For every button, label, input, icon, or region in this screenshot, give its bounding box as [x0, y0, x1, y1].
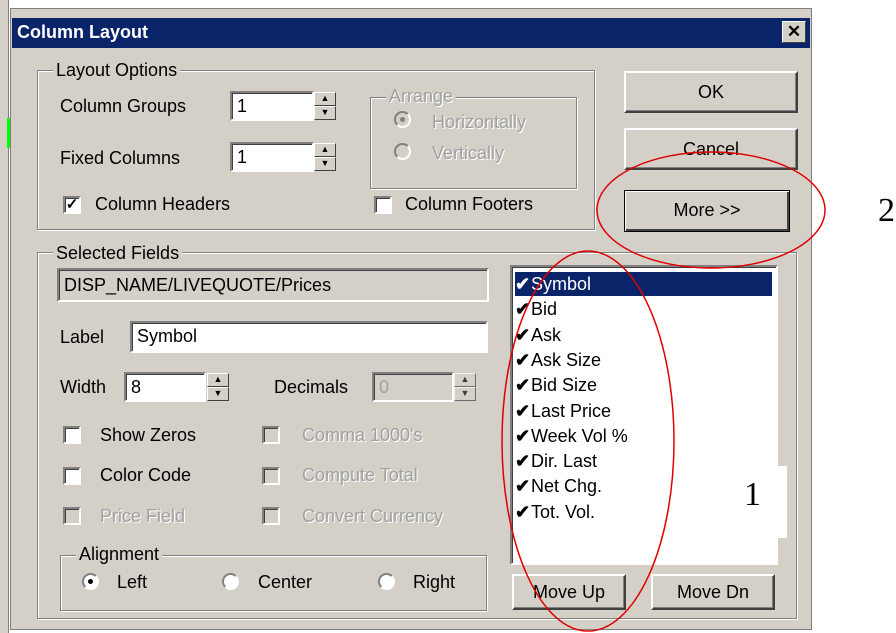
width-label: Width [60, 377, 107, 397]
convert-currency-label: Convert Currency [302, 506, 444, 526]
vertically-radio[interactable] [394, 143, 411, 160]
column-groups-label: Column Groups [60, 96, 187, 116]
check-mark-icon: ✔ [515, 501, 531, 522]
fields-list-item-label: Ask [531, 324, 562, 345]
fields-list-item[interactable]: ✔Bid [515, 297, 772, 321]
show-zeros-label: Show Zeros [100, 425, 197, 445]
align-right-label: Right [413, 572, 456, 592]
check-mark-icon: ✔ [515, 299, 531, 320]
arrange-legend: Arrange [386, 86, 457, 107]
fields-list-item-label: Ask Size [531, 349, 602, 370]
horizontally-label: Horizontally [432, 112, 527, 132]
fields-list-item-label: Symbol [531, 274, 592, 294]
vertically-label: Vertically [432, 143, 505, 163]
field-path-display: DISP_NAME/LIVEQUOTE/Prices [57, 268, 489, 302]
color-code-checkbox[interactable] [63, 467, 81, 485]
check-mark-icon: ✔ [515, 451, 531, 472]
fields-list-item[interactable]: ✔Ask Size [515, 348, 772, 372]
fixed-columns-label: Fixed Columns [60, 148, 181, 168]
column-footers-checkbox[interactable] [374, 196, 392, 214]
layout-options-legend: Layout Options [53, 60, 181, 81]
show-zeros-checkbox[interactable] [63, 426, 81, 444]
check-mark-icon: ✔ [515, 425, 531, 446]
check-mark-icon: ✔ [515, 476, 531, 497]
fixed-columns-field[interactable]: 1 [230, 142, 314, 172]
label-field[interactable]: Symbol [130, 321, 488, 353]
fields-list-item-label: Tot. Vol. [531, 501, 596, 522]
color-code-label: Color Code [100, 465, 192, 485]
decimals-label: Decimals [274, 377, 349, 397]
selected-fields-legend: Selected Fields [53, 243, 183, 264]
fields-list-item-label: Dir. Last [531, 451, 598, 472]
decimals-spinner[interactable]: ▲ ▼ [454, 373, 476, 401]
column-groups-field[interactable]: 1 [230, 91, 314, 121]
fields-list-item[interactable]: ✔Ask [515, 323, 772, 347]
align-right-radio[interactable] [378, 573, 395, 590]
align-left-radio[interactable] [82, 573, 99, 590]
move-up-button[interactable]: Move Up [512, 574, 626, 610]
convert-currency-checkbox[interactable] [262, 507, 280, 525]
cancel-button[interactable]: Cancel [624, 128, 798, 170]
price-field-checkbox[interactable] [63, 507, 81, 525]
decimals-field[interactable]: 0 [372, 372, 454, 402]
check-mark-icon: ✔ [515, 400, 531, 421]
compute-total-checkbox[interactable] [262, 467, 280, 485]
fields-list-item[interactable]: ✔Last Price [515, 399, 772, 423]
align-center-label: Center [258, 572, 313, 592]
align-center-radio[interactable] [222, 573, 239, 590]
more-button[interactable]: More >> [624, 190, 790, 232]
column-headers-label: Column Headers [95, 194, 231, 214]
check-mark-icon: ✔ [515, 324, 531, 345]
annotation-label-2: 2 [878, 192, 895, 229]
column-groups-spinner[interactable]: ▲ ▼ [314, 92, 336, 120]
fields-list-item-label: Week Vol % [531, 425, 628, 446]
align-left-label: Left [117, 572, 148, 592]
check-mark-icon: ✔ [515, 349, 531, 370]
move-dn-button[interactable]: Move Dn [651, 574, 775, 610]
comma-1000s-label: Comma 1000's [302, 425, 423, 445]
fields-list-item[interactable]: ✔Symbol [515, 272, 772, 296]
background-window-edge [0, 0, 9, 633]
check-mark-icon: ✔ [515, 274, 531, 294]
dialog-title: Column Layout [17, 22, 148, 42]
fields-list-item-label: Last Price [531, 400, 612, 421]
column-footers-label: Column Footers [405, 194, 534, 214]
fields-list-item[interactable]: ✔Week Vol % [515, 424, 772, 448]
close-button[interactable]: ✕ [782, 21, 806, 43]
check-mark-icon: ✓ [65, 196, 79, 213]
ok-button[interactable]: OK [624, 71, 798, 113]
fields-list-item-label: Net Chg. [531, 476, 603, 497]
column-headers-checkbox[interactable]: ✓ [63, 196, 81, 214]
price-field-label: Price Field [100, 506, 186, 526]
annotation-label-1: 1 [744, 476, 761, 513]
compute-total-label: Compute Total [302, 465, 418, 485]
width-field[interactable]: 8 [124, 372, 206, 402]
alignment-legend: Alignment [76, 544, 163, 565]
fields-list-item-label: Bid Size [531, 375, 598, 396]
fields-list-item[interactable]: ✔Bid Size [515, 373, 772, 397]
horizontally-radio[interactable] [394, 111, 411, 128]
fields-list-item-label: Bid [531, 299, 558, 320]
label-label: Label [60, 327, 105, 347]
fixed-columns-spinner[interactable]: ▲ ▼ [314, 143, 336, 171]
check-mark-icon: ✔ [515, 375, 531, 396]
width-spinner[interactable]: ▲ ▼ [207, 373, 229, 401]
comma-1000s-checkbox[interactable] [262, 426, 280, 444]
